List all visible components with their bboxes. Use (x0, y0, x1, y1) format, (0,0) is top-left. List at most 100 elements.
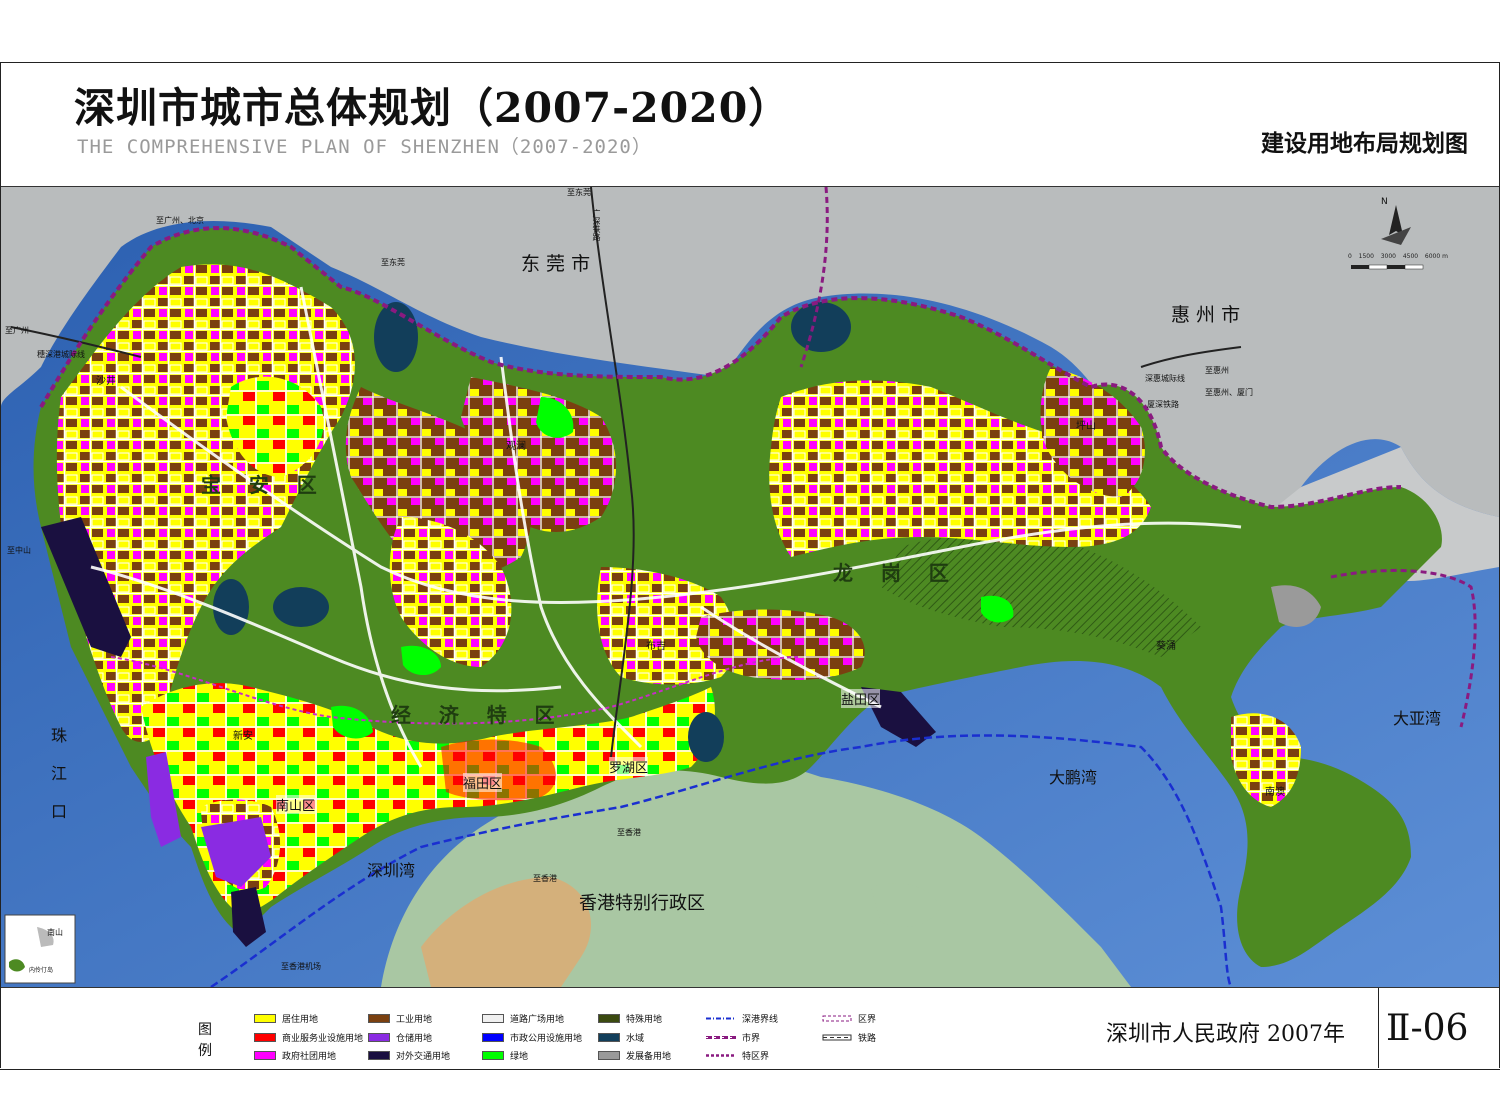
legend-swatch (368, 1051, 390, 1060)
plan-subtitle: THE COMPREHENSIVE PLAN OF SHENZHEN（2007-… (77, 136, 652, 158)
route-to-guangzhou: 至广州 (5, 326, 29, 335)
legend-label: 绿地 (510, 1052, 529, 1062)
legend-swatch (598, 1051, 620, 1060)
water-dapeng-bay: 大鹏湾 (1049, 768, 1098, 787)
scale-bar (1351, 264, 1424, 270)
legend-line-hk-boundary: 深港界线 (706, 1012, 778, 1025)
legend-swatch (254, 1014, 276, 1023)
legend-label: 商业服务业设施用地 (282, 1034, 364, 1044)
legend-line-swatch (706, 1017, 736, 1020)
sheet-number: Ⅱ-06 (1386, 1008, 1469, 1049)
region-hongkong: 香港特别行政区 (579, 893, 705, 914)
scale-tick: 6000 m (1424, 253, 1448, 260)
legend-swatch (482, 1051, 504, 1060)
region-huizhou: 惠 州 市 (1171, 304, 1241, 326)
legend-swatch (482, 1033, 504, 1042)
footer-separator (1378, 988, 1379, 1068)
district-nanshan: 南山区 (276, 795, 316, 814)
legend-line-city-boundary: 市界 (706, 1031, 760, 1044)
legend-label: 水域 (626, 1034, 645, 1044)
place-xinan: 新安 (233, 731, 253, 742)
legend-line-sez-boundary: 特区界 (706, 1049, 769, 1062)
legend-swatch (254, 1051, 276, 1060)
route-guangshen-rail: 广深铁路 (592, 209, 601, 241)
route-to-dongguan: 至东莞 (381, 258, 405, 267)
legend-item-warehouse: 仓储用地 (368, 1031, 432, 1044)
legend-label: 铁路 (858, 1034, 877, 1044)
reservoir-qinglinjing (791, 302, 851, 352)
legend-item-special: 特殊用地 (598, 1012, 662, 1025)
legend-item-reserve: 发展备用地 (598, 1049, 671, 1062)
legend-label: 特殊用地 (626, 1015, 663, 1025)
water-pearl-river: 珠 江 口 (51, 726, 68, 821)
water-shenzhen-bay: 深圳湾 (367, 861, 416, 880)
legend-label: 对外交通用地 (396, 1052, 451, 1062)
legend-label: 仓储用地 (396, 1034, 433, 1044)
legend-swatch (368, 1033, 390, 1042)
scale-ticks: 0 1500 3000 4500 6000 m (1348, 253, 1448, 260)
route-guangshen-intercity: 穗深港城际线 (37, 350, 85, 359)
district-futian: 福田区 (463, 773, 503, 792)
route-to-guangzhou-beijing: 至广州、北京 (156, 216, 204, 225)
legend-item-green: 绿地 (482, 1049, 528, 1062)
place-pingshan: 坪山 (1076, 421, 1096, 432)
place-kuichong: 葵涌 (1156, 641, 1176, 652)
route-to-huizhou: 至惠州 (1205, 366, 1229, 375)
route-to-zhongshan: 至中山 (7, 546, 31, 555)
legend-line-swatch (822, 1034, 852, 1041)
route-to-hk-1: 至香港 (617, 828, 641, 837)
district-yantian: 盐田区 (841, 689, 881, 708)
route-to-huizhou-xiamen: 至惠州、厦门 (1205, 388, 1253, 397)
legend-swatch (254, 1033, 276, 1042)
legend-line-district-boundary: 区界 (822, 1012, 876, 1025)
legend-line-swatch (706, 1036, 736, 1039)
reservoir-xili (213, 579, 249, 635)
inset-island-label: 南山 (47, 928, 63, 937)
route-to-hk-2: 至香港 (533, 874, 557, 883)
place-shajing: 沙井 (96, 376, 116, 387)
place-nanao: 南澳 (1265, 787, 1285, 798)
legend-heading: 图 例 (198, 1022, 212, 1059)
scale-tick: 4500 (1402, 253, 1419, 260)
reservoir-shiyan (273, 587, 329, 627)
scale-tick: 0 (1348, 253, 1352, 260)
legend-item-industrial: 工业用地 (368, 1012, 432, 1025)
legend-swatch (598, 1014, 620, 1023)
legend-item-government: 政府社团用地 (254, 1049, 336, 1062)
legend-item-residential: 居住用地 (254, 1012, 318, 1025)
legend-label: 道路广场用地 (510, 1015, 565, 1025)
legend-label: 区界 (858, 1015, 877, 1025)
legend-label: 居住用地 (282, 1015, 319, 1025)
legend-label: 工业用地 (396, 1015, 433, 1025)
district-baoan: 宝 安 区 (201, 473, 317, 497)
legend-label: 市界 (742, 1034, 761, 1044)
legend-line-swatch (706, 1054, 736, 1057)
map-canvas (1, 187, 1499, 987)
legend-label: 市政公用设施用地 (510, 1034, 583, 1044)
map-title: 建设用地布局规划图 (1261, 131, 1468, 157)
region-dongguan: 东 莞 市 (521, 253, 591, 275)
reservoir-shenzhen (688, 712, 724, 762)
route-to-hk-airport: 至香港机场 (281, 962, 321, 971)
legend-item-water: 水域 (598, 1031, 644, 1044)
land-use-map[interactable]: N 0 1500 3000 4500 6000 m 东 莞 市 惠 州 市 香港… (1, 186, 1499, 988)
plan-title: 深圳市城市总体规划（2007-2020） (74, 84, 791, 132)
legend-line-swatch (822, 1015, 852, 1022)
legend-label: 政府社团用地 (282, 1052, 337, 1062)
legend-item-transport: 对外交通用地 (368, 1049, 450, 1062)
water-daya-bay: 大亚湾 (1393, 709, 1442, 728)
legend-label: 特区界 (742, 1052, 770, 1062)
legend-line-railway: 铁路 (822, 1031, 876, 1044)
scale-tick: 1500 (1358, 253, 1374, 260)
district-luohu: 罗湖区 (609, 757, 649, 776)
route-to-dongguan-top: 至东莞 (567, 188, 591, 197)
route-shenhui-intercity: 深惠城际线 (1145, 374, 1185, 383)
inset-islet-label: 内伶仃岛 (29, 967, 54, 974)
legend-label: 深港界线 (742, 1015, 779, 1025)
legend-swatch (482, 1014, 504, 1023)
legend-item-road: 道路广场用地 (482, 1012, 564, 1025)
legend-swatch (598, 1033, 620, 1042)
legend-swatch (368, 1014, 390, 1023)
scale-tick: 3000 (1380, 253, 1397, 260)
district-sez: 经 济 特 区 (391, 703, 555, 727)
